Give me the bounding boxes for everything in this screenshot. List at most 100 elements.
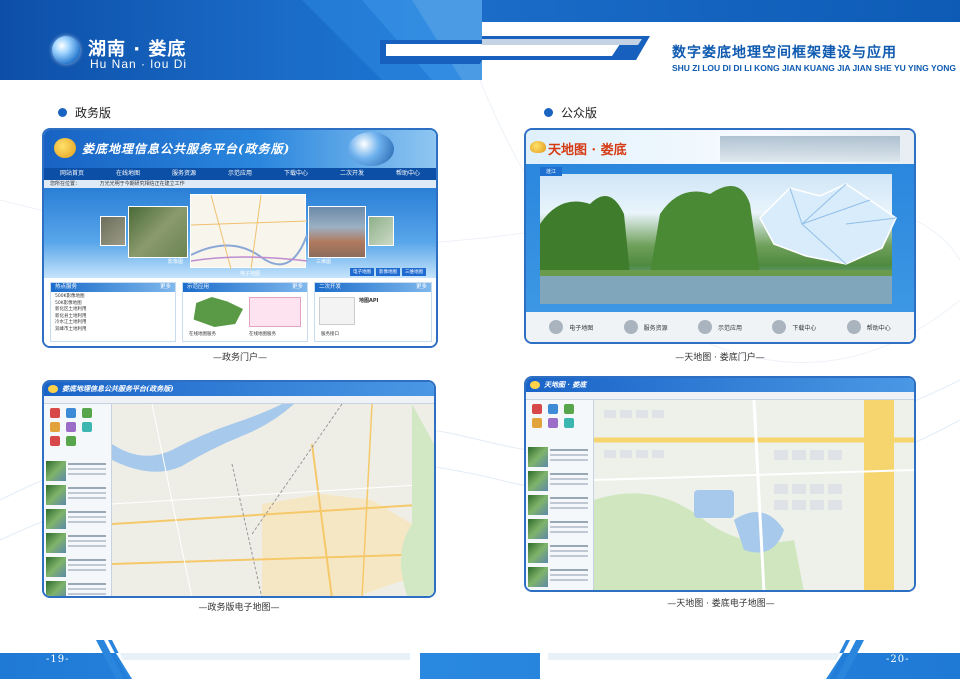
thumb-button[interactable]: 电子地图 [350, 268, 374, 276]
map-toolbar[interactable] [44, 396, 434, 404]
tool-icon[interactable] [66, 422, 76, 432]
map-icon [549, 320, 564, 334]
main-title: 数字娄底地理空间框架建设与应用 [672, 45, 897, 61]
thumb-label: 三维图 [316, 259, 332, 265]
govt-map-screenshot: 娄底地理信息公共服务平台(政务版) [42, 380, 436, 598]
region-map-graphic [249, 297, 301, 327]
govt-portal-screenshot: 娄底地理信息公共服务平台(政务版) 网站首页 在线地图 服务资源 示范应用 下载… [42, 128, 438, 348]
service-list: 500K影像地图 50K影像地图 新化区土地利用 新化县土地利用 冷水江土地利用… [51, 292, 175, 335]
help-button[interactable]: 帮助中心 [846, 320, 891, 334]
help-icon [846, 320, 861, 334]
app-caption: 在线地图服务 [189, 332, 216, 337]
list-item[interactable] [528, 518, 590, 540]
list-item[interactable] [46, 508, 108, 530]
portal-lower-panels: 热点服务 更多 500K影像地图 50K影像地图 新化区土地利用 新化县土地利用… [44, 278, 436, 346]
map-canvas[interactable] [593, 399, 914, 590]
header-top-bar [482, 0, 960, 22]
hot-services-panel: 热点服务 更多 500K影像地图 50K影像地图 新化区土地利用 新化县土地利用… [50, 282, 176, 342]
list-item[interactable] [528, 470, 590, 492]
list-item[interactable] [46, 484, 108, 506]
dev-panel: 二次开发 更多 地图API 服务接口 [314, 282, 432, 342]
main-subtitle: SHU ZI LOU DI DI LI KONG JIAN KUANG JIA … [672, 63, 957, 73]
download-button[interactable]: 下载中心 [772, 320, 816, 334]
map-thumb[interactable] [100, 216, 126, 246]
tool-icon[interactable] [50, 422, 60, 432]
tool-icon[interactable] [50, 436, 60, 446]
map-toolbar[interactable] [526, 392, 914, 400]
list-item[interactable]: 双峰市土地利用 [55, 327, 171, 334]
tianditu-logo-text: 天地图 · 娄底 [548, 143, 627, 158]
map-carousel: 影像图 电子地图 三维图 电子地图 影像地图 三维地图 [44, 188, 436, 278]
page-number-left: -19- [46, 654, 70, 665]
map-thumb-satellite[interactable] [128, 206, 188, 258]
tool-icon[interactable] [50, 408, 60, 418]
portal-nav: 网站首页 在线地图 服务资源 示范应用 下载中心 二次开发 帮助中心 [44, 168, 436, 180]
map-canvas[interactable] [111, 403, 434, 596]
map-button[interactable]: 电子地图 [549, 320, 593, 334]
button-label: 下载中心 [792, 324, 817, 332]
nav-item[interactable]: 服务资源 [156, 168, 212, 180]
panel-title: 热点服务 [55, 284, 78, 290]
public-portal-screenshot: 天地图 · 娄底 涟江 电子地图 服务资源 示范应用 下载中心 帮助中心 [524, 128, 916, 344]
list-item[interactable] [528, 494, 590, 516]
more-link[interactable]: 更多 [292, 283, 303, 292]
tool-icon[interactable] [82, 408, 92, 418]
list-item[interactable] [46, 460, 108, 482]
list-item[interactable] [528, 542, 590, 564]
map-sidebar [526, 400, 594, 590]
map-thumb-3d[interactable] [308, 206, 366, 258]
crumb-notice: 万光光明于今期研究相信正在建立工作 [99, 181, 185, 187]
thumb-button[interactable]: 三维地图 [402, 268, 426, 276]
header-decorative-shape [380, 36, 650, 64]
nav-item[interactable]: 网站首页 [44, 168, 100, 180]
caption-govt-portal: —政务门户— [212, 353, 267, 363]
service-icon [623, 320, 638, 334]
tool-icon[interactable] [548, 404, 558, 414]
panel-title: 二次开发 [319, 284, 342, 290]
section-label-public: 公众版 [544, 104, 597, 121]
tool-icon[interactable] [66, 436, 76, 446]
caption-public-portal: —天地图 · 娄底门户— [675, 353, 765, 363]
nav-item[interactable]: 二次开发 [324, 168, 380, 180]
tool-icon[interactable] [564, 418, 574, 428]
more-link[interactable]: 更多 [416, 283, 427, 292]
tool-icon[interactable] [66, 408, 76, 418]
district-map-graphic [593, 399, 914, 590]
section-label-govt: 政务版 [58, 104, 111, 121]
tool-icon[interactable] [82, 422, 92, 432]
map-sidebar [44, 404, 112, 596]
api-footer[interactable]: 服务接口 [321, 331, 339, 337]
more-link[interactable]: 更多 [160, 283, 171, 292]
loudi-region-map [759, 183, 897, 265]
panel-header: 二次开发 更多 [315, 283, 431, 292]
tool-icon[interactable] [548, 418, 558, 428]
map-header: 天地图 · 娄底 [526, 378, 914, 392]
service-button[interactable]: 服务资源 [623, 320, 668, 334]
caption-public-map: —天地图 · 娄底电子地图— [667, 599, 775, 609]
portal-logo-icon [54, 138, 76, 158]
thumb-button[interactable]: 影像地图 [376, 268, 400, 276]
nav-item[interactable]: 在线地图 [100, 168, 156, 180]
list-item[interactable] [46, 580, 108, 596]
list-item[interactable] [528, 566, 590, 588]
nav-item[interactable]: 示范应用 [212, 168, 268, 180]
tool-icon[interactable] [532, 418, 542, 428]
nav-item[interactable]: 帮助中心 [380, 168, 436, 180]
app-logo-icon [530, 381, 540, 389]
panel-header: 热点服务 更多 [51, 283, 175, 292]
tool-icon[interactable] [532, 404, 542, 414]
list-item[interactable] [46, 556, 108, 578]
button-label: 示范应用 [717, 324, 742, 332]
button-label: 帮助中心 [866, 324, 891, 332]
bullet-icon [544, 108, 553, 117]
nav-item[interactable]: 下载中心 [268, 168, 324, 180]
button-label: 电子地图 [569, 324, 594, 332]
list-item[interactable] [528, 446, 590, 468]
list-item[interactable] [46, 532, 108, 554]
map-thumb[interactable] [368, 216, 394, 246]
tool-icon[interactable] [564, 404, 574, 414]
demo-button[interactable]: 示范应用 [697, 320, 742, 334]
demo-apps-panel: 示范应用 更多 在线地图服务 在线地图服务 [182, 282, 308, 342]
button-label: 服务资源 [643, 324, 668, 332]
map-thumb-electronic[interactable] [190, 194, 308, 270]
